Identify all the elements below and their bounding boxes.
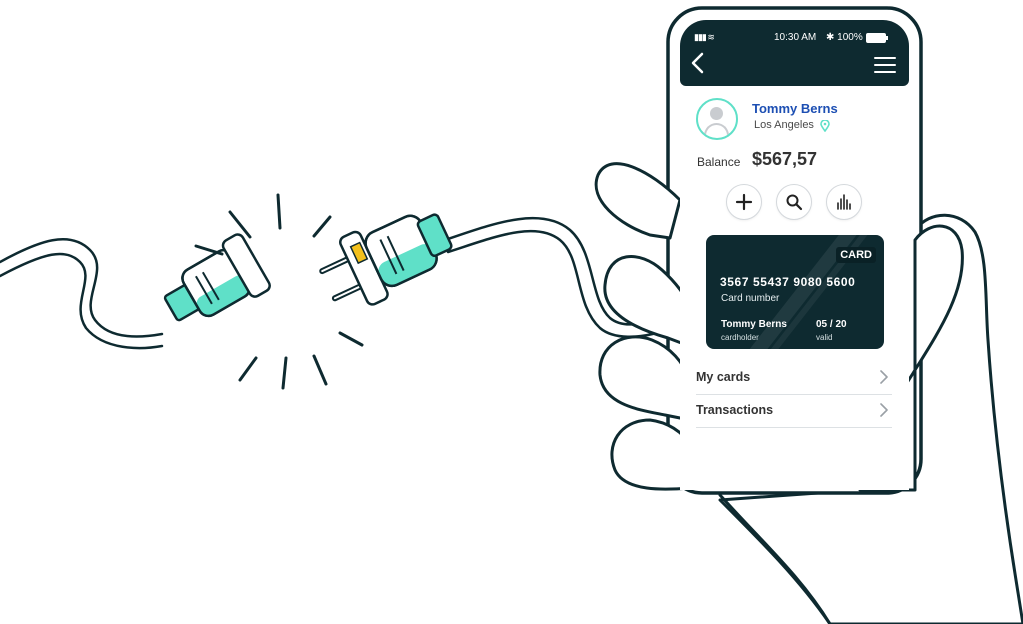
user-location: Los Angeles bbox=[754, 119, 814, 131]
search-button[interactable] bbox=[776, 184, 812, 220]
plus-icon bbox=[735, 193, 753, 211]
status-time: 10:30 AM bbox=[774, 32, 817, 43]
socket-icon bbox=[163, 233, 271, 322]
plug-icon bbox=[319, 213, 453, 306]
card-number: 3567 55437 9080 5600 bbox=[720, 275, 856, 289]
battery-text: ✱ 100% bbox=[826, 32, 863, 43]
balance-label: Balance bbox=[697, 155, 741, 169]
location-pin-icon bbox=[820, 120, 830, 132]
card-badge: CARD bbox=[836, 247, 876, 263]
menu-item-label: Transactions bbox=[696, 403, 774, 417]
battery-icon bbox=[865, 32, 888, 43]
chevron-right-icon bbox=[880, 370, 888, 384]
hamburger-menu-icon[interactable] bbox=[874, 57, 896, 73]
back-icon[interactable] bbox=[690, 52, 712, 74]
card-valid-date: 05 / 20 bbox=[816, 319, 847, 330]
menu-item-my-cards[interactable]: My cards bbox=[696, 362, 892, 395]
phone-screen: ▮▮▮ ≋ 10:30 AM ✱ 100% Tommy Berns Los An… bbox=[680, 20, 909, 490]
stats-icon bbox=[837, 194, 851, 210]
bank-card[interactable]: CARD 3567 55437 9080 5600 Card number To… bbox=[706, 235, 884, 349]
cable-left bbox=[0, 237, 164, 338]
user-name[interactable]: Tommy Berns bbox=[752, 101, 838, 116]
search-icon bbox=[786, 194, 803, 211]
stats-button[interactable] bbox=[826, 184, 862, 220]
card-holder-name: Tommy Berns bbox=[721, 319, 787, 330]
signal-wifi-indicator: ▮▮▮ ≋ bbox=[694, 32, 715, 42]
card-valid-label: valid bbox=[816, 333, 833, 342]
add-button[interactable] bbox=[726, 184, 762, 220]
balance-value: $567,57 bbox=[752, 149, 818, 169]
menu-item-transactions[interactable]: Transactions bbox=[696, 395, 892, 428]
battery-status: ✱ 100% bbox=[826, 32, 888, 43]
card-holder-label: cardholder bbox=[721, 333, 759, 342]
menu-item-label: My cards bbox=[696, 370, 751, 384]
chevron-right-icon bbox=[880, 403, 888, 417]
card-number-label: Card number bbox=[721, 293, 780, 304]
avatar[interactable] bbox=[696, 98, 738, 140]
app-header: ▮▮▮ ≋ 10:30 AM ✱ 100% bbox=[680, 20, 909, 86]
